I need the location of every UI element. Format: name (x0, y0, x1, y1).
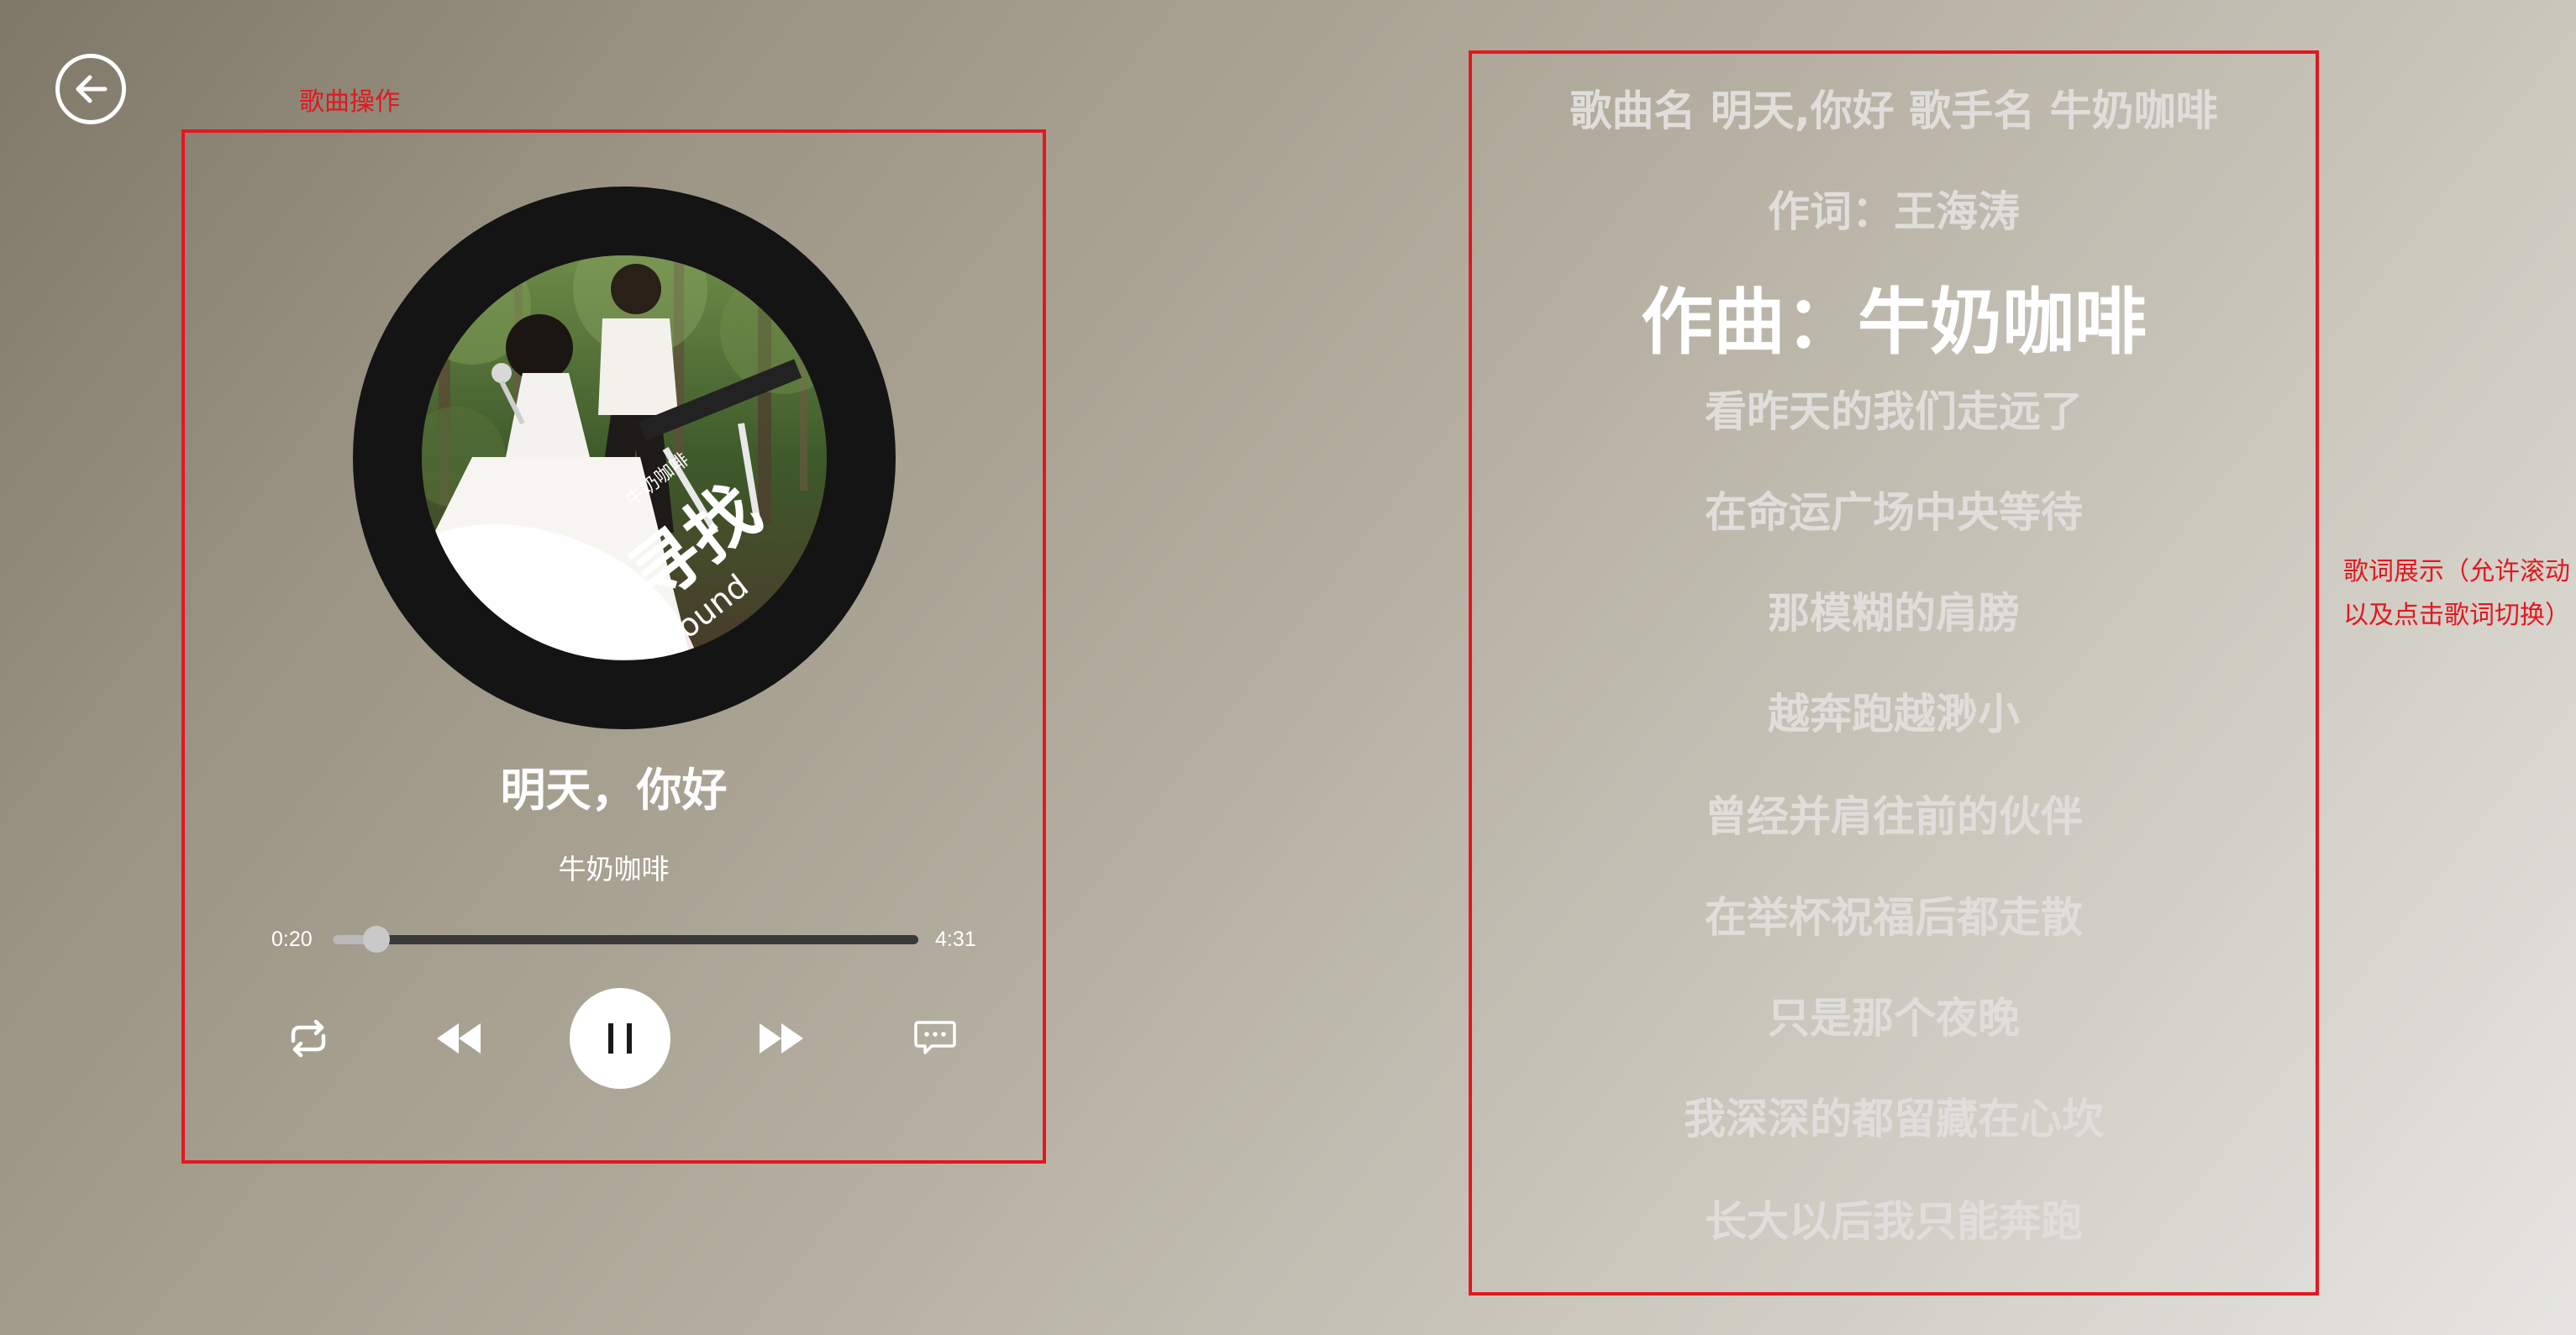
progress-thumb[interactable] (362, 926, 390, 953)
lyric-line[interactable]: 越奔跑越渺小 (1472, 681, 2316, 748)
lyric-line[interactable]: 长大以后我只能奔跑 (1472, 1188, 2316, 1255)
lyrics-toggle-button[interactable] (913, 1018, 957, 1057)
back-button[interactable] (55, 54, 126, 124)
album-cover-art: 走寻找 Found 牛奶咖啡 (422, 255, 827, 660)
lyric-line[interactable]: 只是那个夜晚 (1472, 985, 2316, 1052)
lyric-line[interactable]: 那模糊的肩膀 (1472, 580, 2316, 647)
previous-button[interactable] (434, 1020, 484, 1057)
song-artist: 牛奶咖啡 (558, 853, 670, 886)
pause-button[interactable] (570, 988, 670, 1089)
lyric-line[interactable]: 在命运广场中央等待 (1472, 479, 2316, 546)
next-button[interactable] (756, 1020, 807, 1057)
annotation-song-operation: 歌曲操作 (299, 87, 400, 117)
current-time: 0:20 (271, 928, 313, 951)
lyric-line[interactable]: 作词：王海涛 (1472, 178, 2316, 245)
lyric-line[interactable]: 看昨天的我们走远了 (1472, 378, 2316, 445)
lyrics-bubble-icon (914, 1021, 956, 1054)
repeat-icon (291, 1019, 326, 1058)
song-title: 明天，你好 (500, 764, 728, 817)
total-time: 4:31 (935, 928, 976, 951)
lyrics-list[interactable]: 歌曲名 明天,你好 歌手名 牛奶咖啡 作词：王海涛作曲：牛奶咖啡看昨天的我们走远了… (1472, 54, 2316, 1292)
vinyl-disc: 走寻找 Found 牛奶咖啡 (353, 187, 896, 729)
lyric-line[interactable]: 歌曲名 明天,你好 歌手名 牛奶咖啡 (1472, 77, 2316, 145)
progress-slider[interactable] (333, 926, 918, 953)
fast-forward-icon (760, 1023, 803, 1054)
lyric-line-active[interactable]: 作曲：牛奶咖啡 (1472, 276, 2316, 369)
lyric-line[interactable]: 我深深的都留藏在心坎 (1472, 1085, 2316, 1153)
rewind-icon (437, 1023, 481, 1054)
arrow-left-icon (76, 75, 108, 103)
lyric-line[interactable]: 在举杯祝福后都走散 (1472, 884, 2316, 951)
annotation-lyrics-display: 歌词展示（允许滚动以及点击歌词切换） (2343, 557, 2570, 630)
loop-button[interactable] (285, 1017, 332, 1059)
lyric-line[interactable]: 曾经并肩往前的伙伴 (1472, 783, 2316, 850)
album-cover: 走寻找 Found 牛奶咖啡 (422, 255, 827, 660)
pause-icon (608, 1023, 632, 1054)
